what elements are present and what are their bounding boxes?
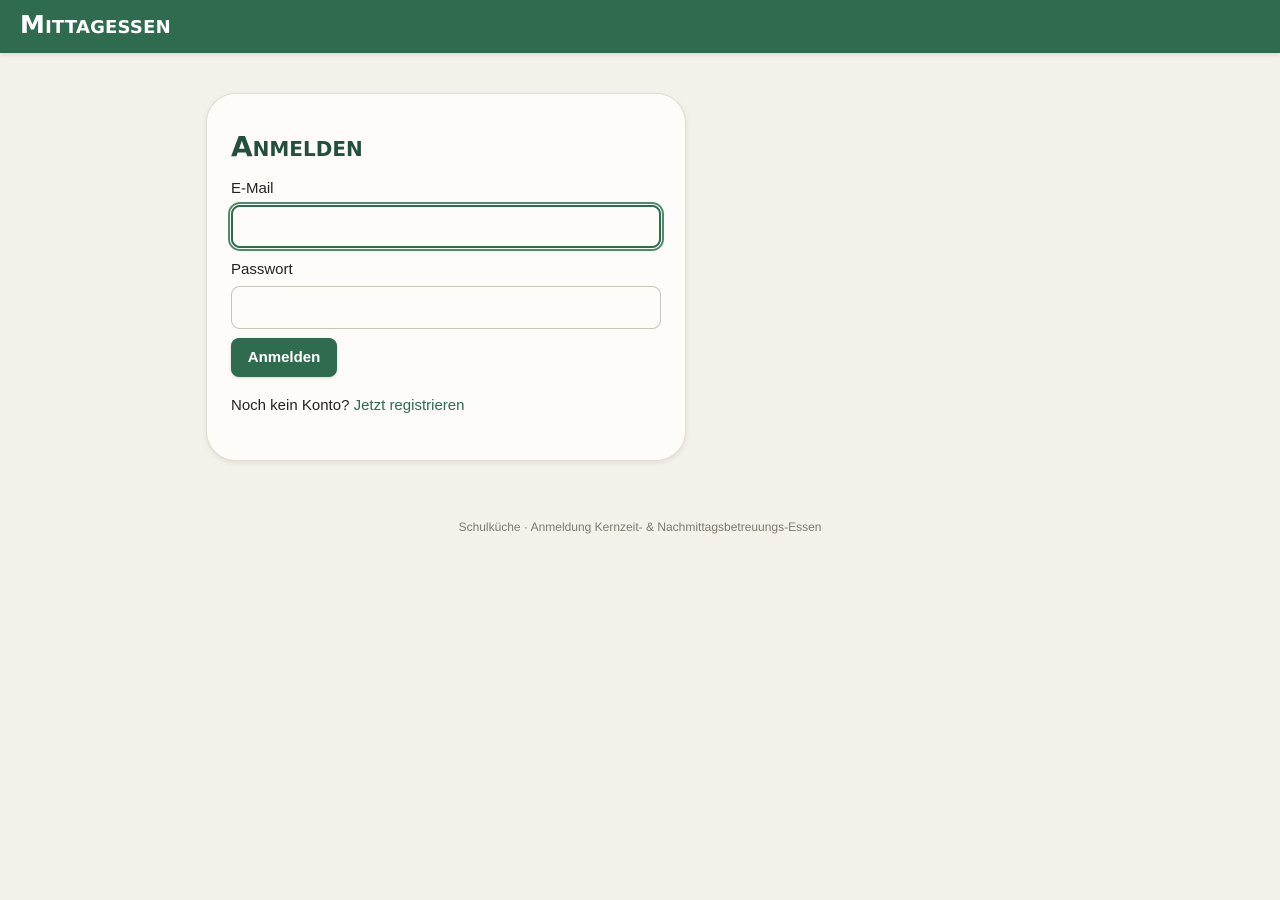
brand-logo[interactable]: Mittagessen xyxy=(20,10,171,40)
page-title: Anmelden xyxy=(231,130,363,163)
login-button[interactable]: Anmelden xyxy=(231,338,337,377)
email-field[interactable] xyxy=(231,205,661,248)
register-link[interactable]: Jetzt registrieren xyxy=(354,397,465,414)
top-bar: Mittagessen xyxy=(0,0,1280,53)
login-card: Anmelden E-Mail Passwort Anmelden Noch k… xyxy=(206,93,686,461)
email-label: E-Mail xyxy=(231,180,274,197)
password-label: Passwort xyxy=(231,261,293,278)
password-field[interactable] xyxy=(231,286,661,329)
register-prompt: Noch kein Konto? Jetzt registrieren xyxy=(231,397,464,415)
no-account-text: Noch kein Konto? xyxy=(231,397,350,414)
footer-text: Schulküche · Anmeldung Kernzeit- & Nachm… xyxy=(458,520,822,534)
